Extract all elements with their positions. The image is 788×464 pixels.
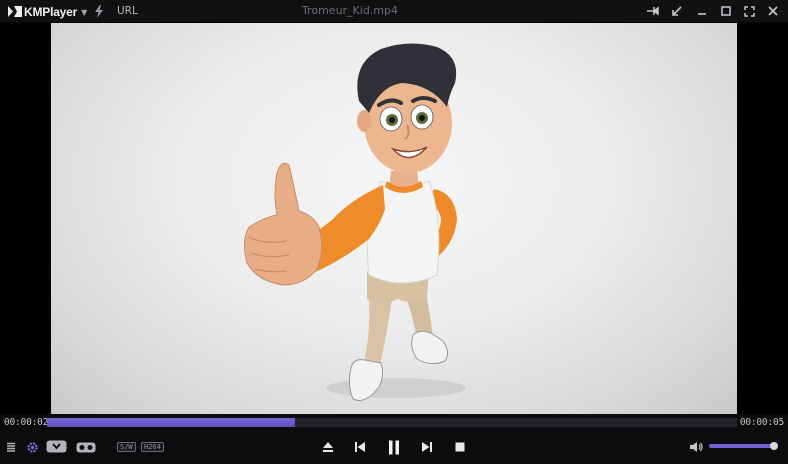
speaker-icon[interactable] <box>688 439 704 455</box>
volume-level <box>709 444 774 448</box>
decoder-badge[interactable]: S/W <box>117 442 136 452</box>
pause-icon[interactable] <box>386 438 402 456</box>
skip-next-icon[interactable] <box>420 440 434 454</box>
minimize-icon[interactable] <box>694 4 710 18</box>
stop-icon[interactable] <box>453 440 467 454</box>
pin-icon[interactable] <box>645 4 661 18</box>
volume-slider[interactable] <box>709 442 778 450</box>
window-title: Tromeur_Kid.mp4 <box>301 4 399 17</box>
shrink-arrow-icon[interactable] <box>668 4 684 18</box>
seek-bar-progress <box>47 418 296 427</box>
video-area[interactable] <box>0 23 788 414</box>
volume-handle[interactable] <box>769 442 778 450</box>
video-frame <box>51 23 737 414</box>
control-bar: S/W H264 <box>0 432 788 464</box>
vr-glasses-icon[interactable] <box>75 440 97 454</box>
gear-icon[interactable] <box>25 440 39 454</box>
playlist-icon[interactable] <box>5 441 17 454</box>
skip-previous-icon[interactable] <box>353 440 367 454</box>
elapsed-time: 00:00:02 <box>4 417 49 428</box>
total-time: 00:00:05 <box>739 417 784 428</box>
title-bar: KMPlayer ▼ URL Tromeur_Kid.mp4 <box>0 0 788 23</box>
close-icon[interactable] <box>765 4 781 18</box>
maximize-icon[interactable] <box>718 4 734 18</box>
fullscreen-icon[interactable] <box>741 4 757 18</box>
seek-bar[interactable] <box>47 418 737 427</box>
eject-icon[interactable] <box>321 440 335 454</box>
capture-icon[interactable] <box>45 439 67 454</box>
codec-badge[interactable]: H264 <box>141 442 164 452</box>
seek-row: 00:00:02 00:00:05 <box>0 414 788 432</box>
video-character-image <box>243 43 466 401</box>
